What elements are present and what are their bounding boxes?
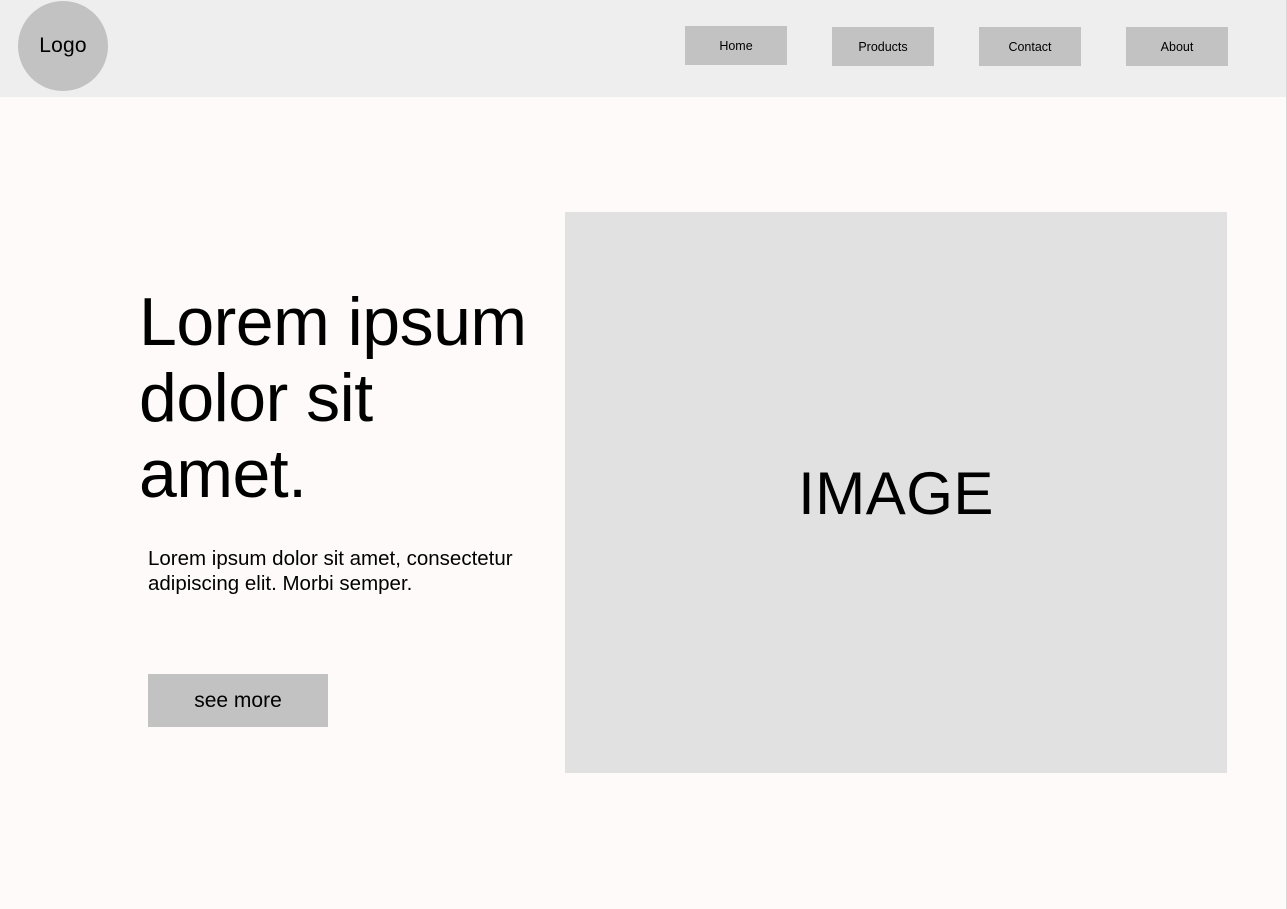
nav-about-button[interactable]: About [1126, 27, 1228, 66]
nav-contact-button[interactable]: Contact [979, 27, 1081, 66]
logo-text: Logo [39, 34, 87, 57]
site-header: Logo Home Products Contact About [0, 0, 1286, 97]
hero-image-placeholder: IMAGE [565, 212, 1227, 773]
see-more-button[interactable]: see more [148, 674, 328, 727]
nav-products-button[interactable]: Products [832, 27, 934, 66]
nav-home-button[interactable]: Home [685, 26, 787, 65]
hero-title: Lorem ipsum dolor sit amet. [139, 284, 527, 512]
image-placeholder-label: IMAGE [798, 460, 994, 527]
hero-subtitle: Lorem ipsum dolor sit amet, consectetur … [148, 547, 513, 595]
logo[interactable]: Logo [18, 1, 108, 91]
